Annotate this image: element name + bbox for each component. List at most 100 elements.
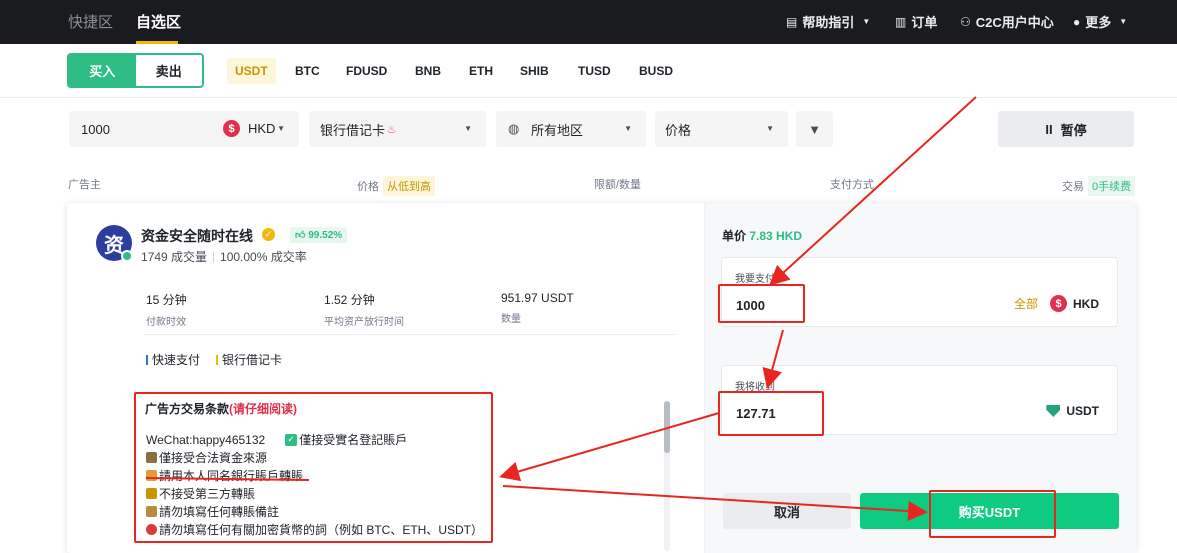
currency-select[interactable]: $ HKD — [223, 120, 275, 137]
thumbs-up-icon: 👍︎ — [295, 230, 306, 241]
amount-filter[interactable]: 1000 $ HKD ▼ — [69, 111, 299, 147]
person-icon — [146, 506, 157, 517]
header-price-label: 价格 — [357, 181, 379, 193]
terms-line: 僅接受合法資金來源 — [146, 449, 267, 466]
unit-price: 单价 7.83 HKD — [722, 227, 802, 244]
money-bag-icon — [146, 488, 157, 499]
tab-selected[interactable]: 自选区 — [136, 11, 181, 32]
payment-filter-label: 银行借记卡 — [320, 122, 386, 138]
payment-filter[interactable]: 银行借记卡 ♨ ▼ — [309, 111, 486, 147]
help-icon: ▤ — [786, 14, 798, 29]
tab-quick[interactable]: 快捷区 — [68, 11, 113, 32]
order-panel: 单价 7.83 HKD 我要支付 1000 全部 $ HKD 我将收到 127.… — [704, 203, 1136, 553]
receive-amount-field[interactable]: 我将收到 127.71 USDT — [721, 365, 1118, 435]
quantity-value: 951.97 USDT — [501, 291, 574, 305]
terms-title: 广告方交易条款(请仔细阅读) — [145, 400, 297, 417]
sort-filter-label: 价格 — [665, 122, 692, 138]
coin-tab-shib[interactable]: SHIB — [512, 58, 557, 84]
main-area: 买入 卖出 USDT BTC FDUSD BNB ETH SHIB TUSD B… — [0, 44, 1177, 553]
pause-label: 暂停 — [1060, 122, 1087, 138]
pay-amount-label: 我要支付 — [735, 274, 775, 285]
pay-method-label: 快速支付 — [152, 353, 201, 367]
release-time-value: 1.52 分钟 — [324, 293, 375, 307]
rating-value: 99.52% — [308, 230, 343, 241]
scrollbar-thumb[interactable] — [664, 401, 670, 453]
coin-tab-usdt[interactable]: USDT — [227, 58, 276, 84]
buy-sell-toggle: 买入 卖出 — [67, 53, 204, 88]
cancel-button[interactable]: 取消 — [723, 493, 851, 529]
pay-currency: 全部 $ HKD — [1014, 295, 1099, 312]
pay-method-quick: 快速支付 — [146, 351, 200, 368]
more-icon: ● — [1073, 14, 1081, 29]
terms-line-text: 請用本人同名銀行賬戶轉賬 — [159, 469, 304, 483]
zero-fee-tag: 0手续费 — [1088, 176, 1136, 196]
pay-method-color-bar — [216, 354, 218, 365]
orders-label: 订单 — [911, 15, 938, 30]
release-time-label: 平均资产放行时间 — [324, 317, 404, 328]
funnel-icon: ▼ — [808, 121, 821, 137]
receive-currency-label: USDT — [1066, 404, 1099, 418]
pay-amount-field[interactable]: 我要支付 1000 全部 $ HKD — [721, 257, 1118, 327]
help-guide-link[interactable]: ▤ 帮助指引 ▼ — [786, 12, 870, 31]
header-trade: 交易 0手续费 — [1062, 176, 1136, 196]
order-icon: ▥ — [895, 14, 907, 29]
check-icon: ✓ — [285, 433, 298, 446]
coin-tab-bnb[interactable]: BNB — [407, 58, 449, 84]
ad-details: 资 资金安全随时在线 ✓ 👍︎ 99.52% 1749 成交量 100.00% 成… — [67, 203, 704, 553]
coin-tab-btc[interactable]: BTC — [287, 58, 328, 84]
region-filter[interactable]: ◍ 所有地区 ▼ — [496, 111, 646, 147]
no-entry-icon — [146, 524, 157, 535]
merchant-name[interactable]: 资金安全随时在线 — [141, 226, 253, 246]
region-filter-label: 所有地区 — [531, 122, 584, 138]
receive-currency: USDT — [1046, 404, 1099, 418]
usdt-icon — [1046, 405, 1061, 417]
all-button[interactable]: 全部 — [1014, 295, 1038, 312]
coin-tab-tusd[interactable]: TUSD — [570, 58, 619, 84]
hkd-currency-icon: $ — [223, 120, 240, 137]
release-time-stat: 1.52 分钟 平均资产放行时间 — [324, 291, 404, 328]
online-status-dot — [121, 250, 133, 262]
chevron-down-icon: ▼ — [1119, 17, 1128, 26]
terms-line: WeChat:happy465132 ✓ 僅接受實名登記賬戶 — [146, 431, 407, 448]
terms-line: 請勿填寫任何有關加密貨幣的詞（例如 BTC、ETH、USDT） — [146, 521, 483, 538]
currency-label: HKD — [248, 121, 276, 136]
top-navbar: 快捷区 自选区 ▤ 帮助指引 ▼ ▥ 订单 ⚇ C2C用户中心 ● 更多 ▼ — [0, 0, 1177, 44]
sell-tab[interactable]: 卖出 — [136, 55, 203, 86]
amount-input[interactable]: 1000 — [81, 122, 110, 137]
c2c-user-center-link[interactable]: ⚇ C2C用户中心 — [960, 12, 1054, 31]
buy-usdt-button[interactable]: 购买USDT — [860, 493, 1119, 529]
more-link[interactable]: ● 更多 ▼ — [1073, 12, 1127, 31]
pause-button[interactable]: II 暂停 — [998, 111, 1134, 147]
c2c-user-center-label: C2C用户中心 — [975, 15, 1054, 30]
header-trade-label: 交易 — [1062, 181, 1084, 193]
pay-method-debit-card: 银行借记卡 — [216, 351, 282, 368]
avatar[interactable]: 资 — [96, 225, 133, 262]
filter-button[interactable]: ▼ — [796, 111, 833, 147]
pay-currency-label: HKD — [1073, 296, 1099, 311]
pay-amount-value[interactable]: 1000 — [736, 298, 765, 313]
header-price[interactable]: 价格 从低到高 — [357, 176, 435, 196]
ad-terms: 广告方交易条款(请仔细阅读) WeChat:happy465132 ✓ 僅接受實… — [134, 393, 674, 553]
quantity-stat: 951.97 USDT 数量 — [501, 291, 574, 325]
coin-tab-eth[interactable]: ETH — [461, 58, 501, 84]
price-sort-tag[interactable]: 从低到高 — [383, 176, 435, 196]
merchant-stats: 1749 成交量 100.00% 成交率 — [141, 248, 307, 265]
completion-rate: 100.00% 成交率 — [220, 250, 307, 264]
receive-amount-value[interactable]: 127.71 — [736, 406, 776, 421]
coin-tab-busd[interactable]: BUSD — [631, 58, 681, 84]
terms-line-text: WeChat:happy465132 — [146, 432, 266, 447]
globe-icon: ◍ — [508, 121, 520, 136]
sort-filter[interactable]: 价格 ▼ — [655, 111, 788, 147]
header-limit: 限额/数量 — [594, 179, 642, 191]
terms-line-text: 僅接受實名登記賬戶 — [299, 433, 408, 447]
header-advertiser: 广告主 — [68, 179, 101, 191]
coin-tab-fdusd[interactable]: FDUSD — [338, 58, 395, 84]
buy-tab[interactable]: 买入 — [69, 55, 136, 86]
terms-line-text: 不接受第三方轉賬 — [159, 487, 256, 501]
ad-card: 资 资金安全随时在线 ✓ 👍︎ 99.52% 1749 成交量 100.00% 成… — [67, 203, 1136, 553]
orders-link[interactable]: ▥ 订单 — [895, 12, 937, 31]
receive-amount-label: 我将收到 — [735, 382, 775, 393]
person-icon — [146, 470, 157, 481]
terms-scrollbar[interactable] — [664, 401, 670, 551]
chevron-down-icon: ▼ — [862, 17, 871, 26]
